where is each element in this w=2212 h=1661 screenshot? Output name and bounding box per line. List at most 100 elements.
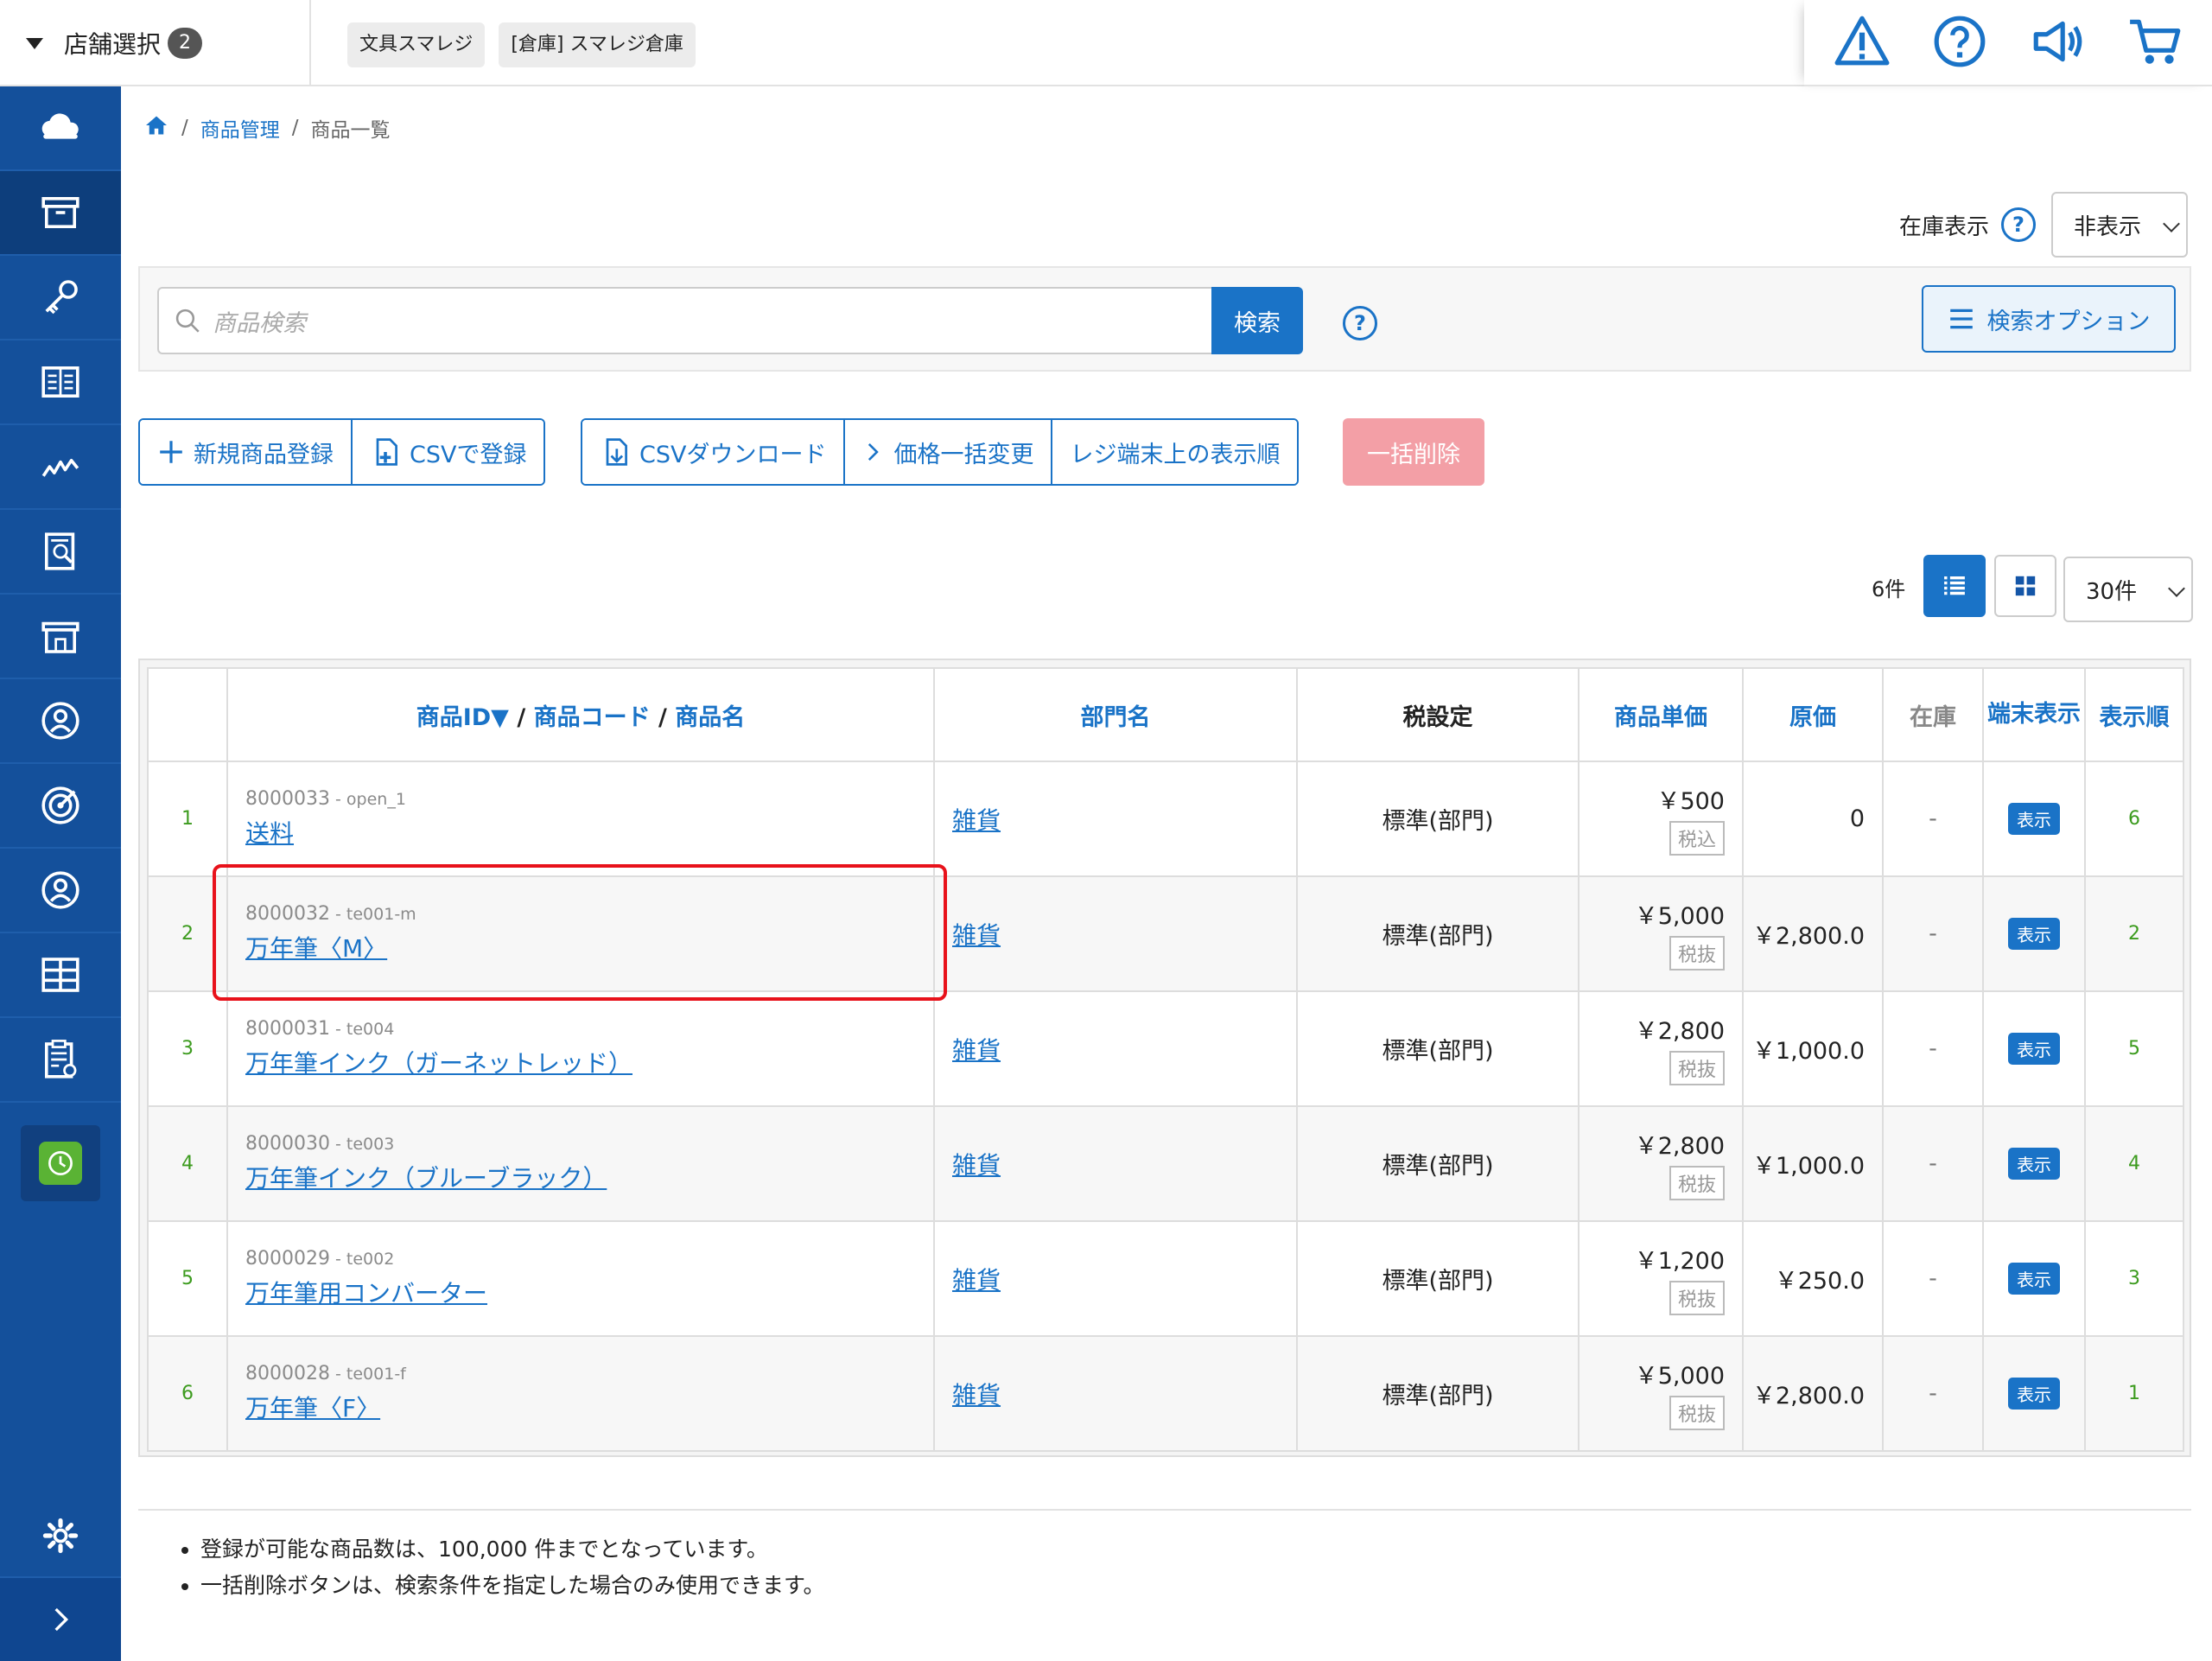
sidebar-item-book[interactable] (0, 340, 121, 425)
display-badge[interactable]: 表示 (2008, 803, 2060, 835)
search-help-icon[interactable]: ? (1343, 306, 1377, 340)
product-id: 8000031 (245, 1018, 330, 1040)
row-number: 4 (147, 1105, 228, 1222)
product-name-link[interactable]: 万年筆用コンバーター (245, 1279, 487, 1308)
stock-value: - (1882, 760, 1984, 877)
sort-product-id[interactable]: 商品ID▼ (416, 704, 509, 731)
product-code: te004 (346, 1020, 395, 1039)
product-name-link[interactable]: 万年筆〈F〉 (245, 1394, 380, 1422)
header-terminal-display[interactable]: 端末表示 (1982, 667, 2086, 762)
sidebar-expand-button[interactable] (0, 1578, 121, 1661)
sidebar-item-reports[interactable] (0, 510, 121, 595)
display-badge[interactable]: 表示 (2008, 918, 2060, 950)
stock-display-select[interactable]: 非表示 (2051, 192, 2189, 258)
sidebar-item-tasks[interactable] (0, 1018, 121, 1103)
sort-product-code[interactable]: 商品コード (534, 704, 651, 731)
chevron-down-icon (2163, 215, 2180, 232)
store-icon (41, 621, 79, 653)
product-name-link[interactable]: 送料 (245, 819, 294, 848)
sidebar-item-analytics[interactable] (0, 425, 121, 510)
stock-display-label: 在庫表示 (1899, 213, 1990, 240)
product-table: 商品ID▼ / 商品コード / 商品名 部門名 税設定 商品単価 原価 在庫 端… (147, 667, 2184, 1452)
sort-product-name[interactable]: 商品名 (675, 704, 745, 731)
sidebar-item-targets[interactable] (0, 764, 121, 849)
breadcrumb-product-management[interactable]: 商品管理 (200, 113, 280, 143)
bulk-price-label: 価格一括変更 (893, 441, 1034, 468)
terminal-display-cell: 表示 (1982, 875, 2086, 992)
store-count-badge: 2 (168, 28, 203, 59)
table-row: 5 8000029 - te002 万年筆用コンバーター 雑貨 標準(部門) ￥… (147, 1220, 2184, 1337)
product-name-link[interactable]: 万年筆インク（ブルーブラック） (245, 1164, 607, 1193)
store-select[interactable]: 店舗選択 2 (0, 0, 311, 86)
sidebar-item-customers[interactable] (0, 679, 121, 764)
header-cost[interactable]: 原価 (1742, 667, 1884, 762)
sidebar-item-keys[interactable] (0, 256, 121, 340)
display-order-value: 4 (2084, 1105, 2184, 1222)
dept-link[interactable]: 雑貨 (952, 806, 1001, 835)
sidebar-item-products[interactable] (0, 171, 121, 256)
bulk-price-button[interactable]: 価格一括変更 (845, 420, 1053, 484)
product-id-code: 8000031 - te004 (245, 1018, 395, 1040)
sidebar-item-home[interactable] (0, 86, 121, 171)
dept-link[interactable]: 雑貨 (952, 1151, 1001, 1180)
product-code: te001-f (346, 1365, 406, 1384)
dept-link[interactable]: 雑貨 (952, 921, 1001, 950)
caret-down-icon (26, 37, 43, 49)
search-button[interactable]: 検索 (1211, 287, 1303, 354)
dept-link[interactable]: 雑貨 (952, 1266, 1001, 1295)
stock-help-icon[interactable]: ? (2001, 207, 2037, 242)
display-badge[interactable]: 表示 (2008, 1378, 2060, 1410)
header-unit-price[interactable]: 商品単価 (1578, 667, 1744, 762)
home-icon[interactable] (143, 112, 169, 143)
sidebar-item-stores[interactable] (0, 595, 121, 679)
csv-register-button[interactable]: CSVで登録 (353, 420, 544, 484)
dept-cell: 雑貨 (933, 1335, 1298, 1452)
csv-download-button[interactable]: CSVダウンロード (582, 420, 846, 484)
csv-register-label: CSVで登録 (410, 441, 527, 468)
csv-download-label: CSVダウンロード (639, 441, 827, 468)
grid-icon (2015, 576, 2036, 596)
megaphone-icon[interactable] (2029, 13, 2086, 73)
grid-view-button[interactable] (1994, 555, 2056, 617)
per-page-select[interactable]: 30件 (2063, 557, 2193, 622)
display-order-value: 5 (2084, 990, 2184, 1107)
dept-link[interactable]: 雑貨 (952, 1036, 1001, 1065)
help-icon[interactable] (1931, 13, 1988, 73)
cart-icon[interactable] (2126, 13, 2183, 73)
notes-list: 登録が可能な商品数は、100,000 件までとなっています。 一括削除ボタンは、… (200, 1531, 825, 1604)
table-row: 4 8000030 - te003 万年筆インク（ブルーブラック） 雑貨 標準(… (147, 1105, 2184, 1222)
product-name-link[interactable]: 万年筆インク（ガーネットレッド） (245, 1049, 632, 1078)
search-options-button[interactable]: 検索オプション (1922, 285, 2176, 353)
list-view-button[interactable] (1923, 555, 1986, 617)
product-name-link[interactable]: 万年筆〈M〉 (245, 934, 387, 963)
product-cell: 8000032 - te001-m 万年筆〈M〉 (226, 875, 935, 992)
dept-cell: 雑貨 (933, 1220, 1298, 1337)
sidebar-item-timecard[interactable] (21, 1125, 100, 1201)
store-tag: 文具スマレジ (347, 22, 486, 67)
sidebar-item-settings[interactable] (0, 1495, 121, 1578)
header-dept[interactable]: 部門名 (933, 667, 1298, 762)
dept-cell: 雑貨 (933, 990, 1298, 1107)
file-download-icon (606, 438, 627, 466)
user-icon (41, 871, 79, 909)
display-order-value: 1 (2084, 1335, 2184, 1452)
sidebar-item-apps[interactable] (0, 933, 121, 1018)
bulk-delete-button[interactable]: 一括削除 (1343, 418, 1484, 486)
warning-icon[interactable] (1834, 13, 1891, 73)
sidebar-item-staff[interactable] (0, 849, 121, 933)
terminal-display-cell: 表示 (1982, 1335, 2086, 1452)
note-item: 登録が可能な商品数は、100,000 件までとなっています。 (200, 1531, 825, 1568)
display-badge[interactable]: 表示 (2008, 1033, 2060, 1065)
tax-setting: 標準(部門) (1296, 1105, 1580, 1222)
display-badge[interactable]: 表示 (2008, 1263, 2060, 1295)
dept-link[interactable]: 雑貨 (952, 1381, 1001, 1410)
dept-cell: 雑貨 (933, 875, 1298, 992)
display-badge[interactable]: 表示 (2008, 1148, 2060, 1180)
search-input[interactable]: 商品検索 (157, 287, 1211, 354)
unit-price: ￥1,200 (1634, 1248, 1725, 1275)
new-product-button[interactable]: 新規商品登録 (140, 420, 353, 484)
table-row: 1 8000033 - open_1 送料 雑貨 標準(部門) ￥500 税込 … (147, 760, 2184, 877)
dept-cell: 雑貨 (933, 1105, 1298, 1222)
display-order-button[interactable]: レジ端末上の表示順 (1052, 420, 1298, 484)
header-display-order[interactable]: 表示順 (2084, 667, 2184, 762)
